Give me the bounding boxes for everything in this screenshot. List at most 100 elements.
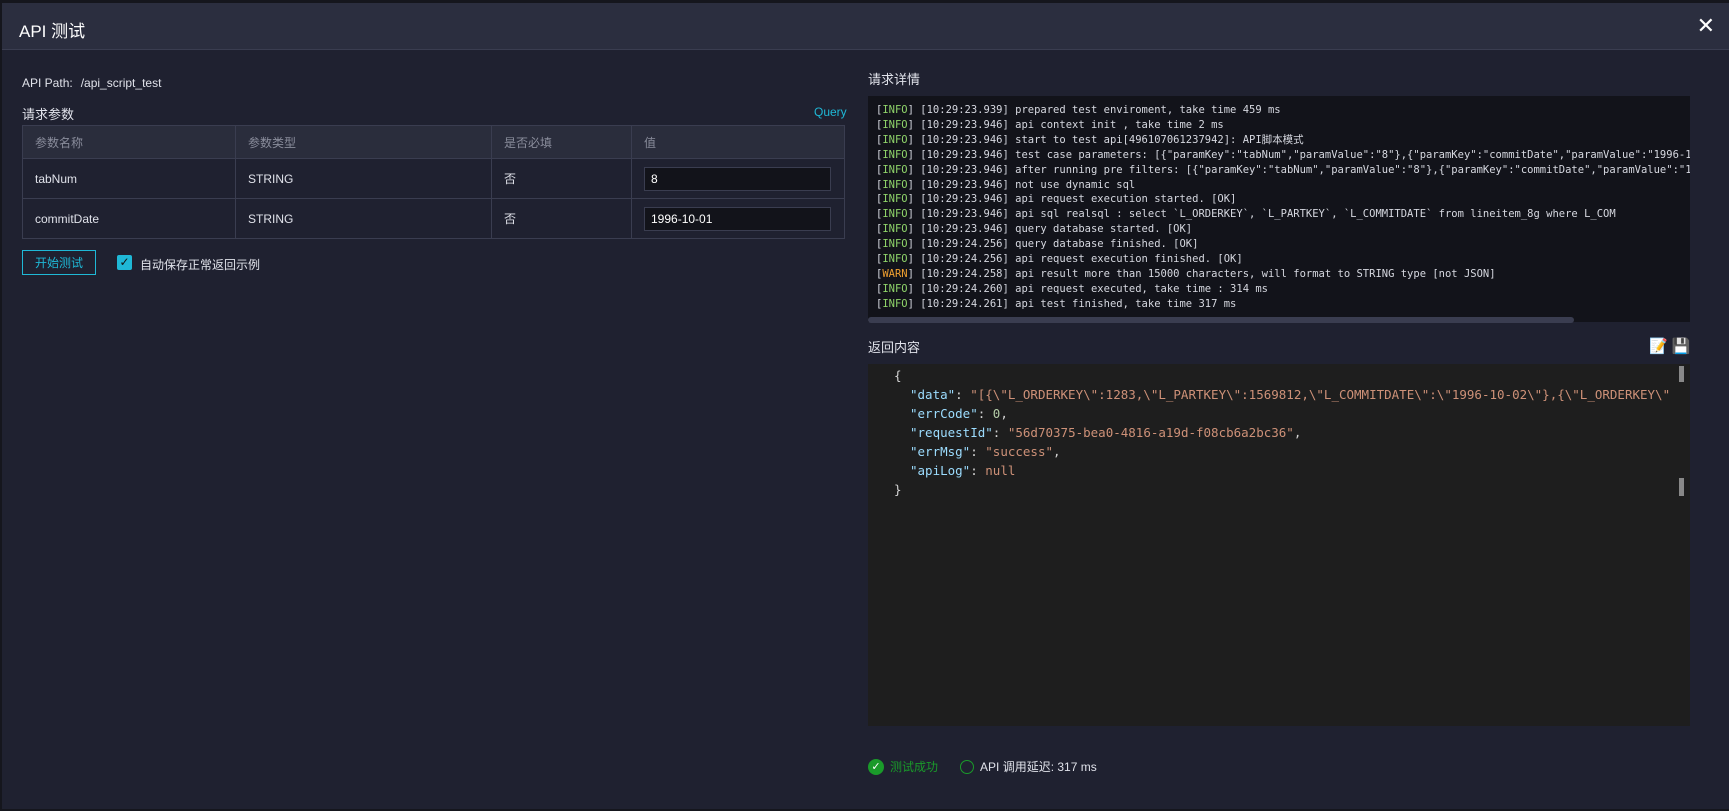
col-header: 参数类型 <box>235 125 492 159</box>
json-value: "[{\"L_ORDERKEY\":1283,\"L_PARTKEY\":156… <box>970 387 1671 402</box>
log-message: api request execution started. [OK] <box>1015 193 1237 206</box>
log-line: [INFO] [10:29:24.261] api test finished,… <box>876 297 1237 310</box>
table-header: 参数名称 参数类型 是否必填 值 <box>22 125 845 159</box>
log-message: api sql realsql : select `L_ORDERKEY`, `… <box>1015 208 1616 221</box>
param-value-input[interactable] <box>644 206 831 231</box>
response-tools: 📝 💾 <box>1649 337 1691 355</box>
editor-scrollbar[interactable] <box>1679 366 1684 382</box>
code-line: "data": "[{\"L_ORDERKEY\":1283,\"L_PARTK… <box>910 387 1671 402</box>
brace-close: } <box>894 482 902 497</box>
api-path-value: /api_script_test <box>80 76 162 90</box>
latency-text: API 调用延迟: 317 ms <box>980 760 1097 774</box>
code-line: "errMsg": "success", <box>910 444 1061 459</box>
log-message: query database finished. [OK] <box>1015 238 1199 251</box>
json-sep: , <box>1293 425 1302 440</box>
log-line: [INFO] [10:29:23.946] after running pre … <box>876 163 1690 178</box>
log-message: api request executed, take time : 314 ms <box>1015 282 1268 295</box>
json-key: "errMsg" <box>910 444 971 459</box>
modal-title: API 测试 <box>19 22 86 41</box>
log-time: [10:29:24.260] <box>920 282 1009 295</box>
log-line: [INFO] [10:29:24.256] api request execut… <box>876 253 1243 266</box>
code-line: "requestId": "56d70375-bea0-4816-a19d-f0… <box>910 425 1302 440</box>
json-value: "success" <box>985 444 1054 459</box>
log-line: [INFO] [10:29:23.946] not use dynamic sq… <box>876 178 1136 191</box>
request-log: [INFO] [10:29:23.939] prepared test envi… <box>868 96 1690 322</box>
log-message: query database started. [OK] <box>1015 223 1193 236</box>
log-line: [INFO] [10:29:23.946] api context init ,… <box>876 118 1224 131</box>
json-key: "requestId" <box>910 425 993 440</box>
api-test-modal: API 测试 ✕ API Path:/api_script_test 请求参数 … <box>2 3 1729 809</box>
param-required: 否 <box>491 158 632 199</box>
log-message: api request execution finished. [OK] <box>1015 253 1243 266</box>
col-header: 参数名称 <box>22 125 236 159</box>
log-time: [10:29:23.946] <box>920 133 1009 146</box>
json-sep: , <box>1053 444 1061 459</box>
params-table: 参数名称 参数类型 是否必填 值 tabNum STRING 否 commitD… <box>22 125 845 239</box>
log-message: not use dynamic sql <box>1015 178 1136 191</box>
log-time: [10:29:23.946] <box>920 148 1009 161</box>
save-icon[interactable]: 💾 <box>1672 338 1691 355</box>
log-level: INFO <box>882 163 908 176</box>
code-line: "apiLog": null <box>910 463 1016 478</box>
log-time: [10:29:23.946] <box>920 118 1009 131</box>
json-key: "apiLog" <box>910 463 971 478</box>
log-level: INFO <box>882 118 908 131</box>
log-line: [WARN] [10:29:24.258] api result more th… <box>876 267 1496 280</box>
check-circle-icon: ✓ <box>868 758 884 775</box>
table-row: tabNum STRING 否 <box>22 158 845 199</box>
log-message: api context init , take time 2 ms <box>1015 118 1224 131</box>
log-line: [INFO] [10:29:23.946] test case paramete… <box>876 148 1690 163</box>
log-level: INFO <box>882 133 908 146</box>
log-level: WARN <box>882 267 908 280</box>
status-bar: ✓ 测试成功 API 调用延迟: 317 ms <box>868 758 1097 775</box>
api-path-label: API Path: <box>22 76 73 90</box>
log-level: INFO <box>882 208 908 221</box>
log-level: INFO <box>882 297 908 310</box>
log-line: [INFO] [10:29:23.946] api request execut… <box>876 193 1237 206</box>
log-level: INFO <box>882 223 908 236</box>
log-message: prepared test enviroment, take time 459 … <box>1015 104 1281 116</box>
log-level: INFO <box>882 253 908 266</box>
log-time: [10:29:24.256] <box>920 238 1009 251</box>
log-time: [10:29:23.946] <box>920 208 1009 221</box>
json-value: null <box>985 463 1016 478</box>
log-level: INFO <box>882 148 908 161</box>
log-line: [INFO] [10:29:24.260] api request execut… <box>876 282 1268 295</box>
auto-save-label: 自动保存正常返回示例 <box>140 258 261 272</box>
log-message: test case parameters: [{"paramKey":"tabN… <box>1015 148 1690 161</box>
log-time: [10:29:24.261] <box>920 297 1009 310</box>
query-link[interactable]: Query <box>814 105 847 119</box>
log-horizontal-scrollbar[interactable] <box>868 317 1574 323</box>
json-key: "data" <box>910 387 956 402</box>
log-message: api test finished, take time 317 ms <box>1015 297 1237 310</box>
start-test-button[interactable]: 开始测试 <box>22 250 96 275</box>
log-line: [INFO] [10:29:23.939] prepared test envi… <box>876 104 1281 116</box>
json-value: "56d70375-bea0-4816-a19d-f08cb6a2bc36" <box>1007 425 1294 440</box>
log-level: INFO <box>882 193 908 206</box>
param-value-input[interactable] <box>644 166 831 191</box>
api-path: API Path: /api_script_test <box>22 76 161 90</box>
brace-open: { <box>894 368 902 383</box>
log-message: start to test api[496107061237942]: API脚… <box>1015 133 1304 146</box>
response-editor[interactable]: { "data": "[{\"L_ORDERKEY\":1283,\"L_PART… <box>868 364 1690 726</box>
close-icon[interactable]: ✕ <box>1697 13 1715 39</box>
log-time: [10:29:23.946] <box>920 178 1009 191</box>
log-line: [INFO] [10:29:23.946] start to test api[… <box>876 133 1304 146</box>
response-title: 返回内容 <box>868 340 921 355</box>
param-type: STRING <box>235 198 492 239</box>
code-line: "errCode": 0, <box>910 406 1008 421</box>
params-title: 请求参数 <box>22 107 75 122</box>
col-header: 是否必填 <box>491 125 632 159</box>
log-time: [10:29:24.258] <box>920 267 1009 280</box>
log-level: INFO <box>882 104 908 116</box>
log-time: [10:29:23.946] <box>920 223 1009 236</box>
json-sep: , <box>1000 406 1008 421</box>
log-level: INFO <box>882 238 908 251</box>
log-message: after running pre filters: [{"paramKey":… <box>1015 163 1690 176</box>
param-type: STRING <box>235 158 492 199</box>
format-icon[interactable]: 📝 <box>1649 338 1668 355</box>
auto-save-checkbox[interactable]: ✓ <box>117 255 132 270</box>
editor-scrollbar-thumb[interactable] <box>1679 478 1684 496</box>
param-required: 否 <box>491 198 632 239</box>
log-time: [10:29:23.946] <box>920 163 1009 176</box>
